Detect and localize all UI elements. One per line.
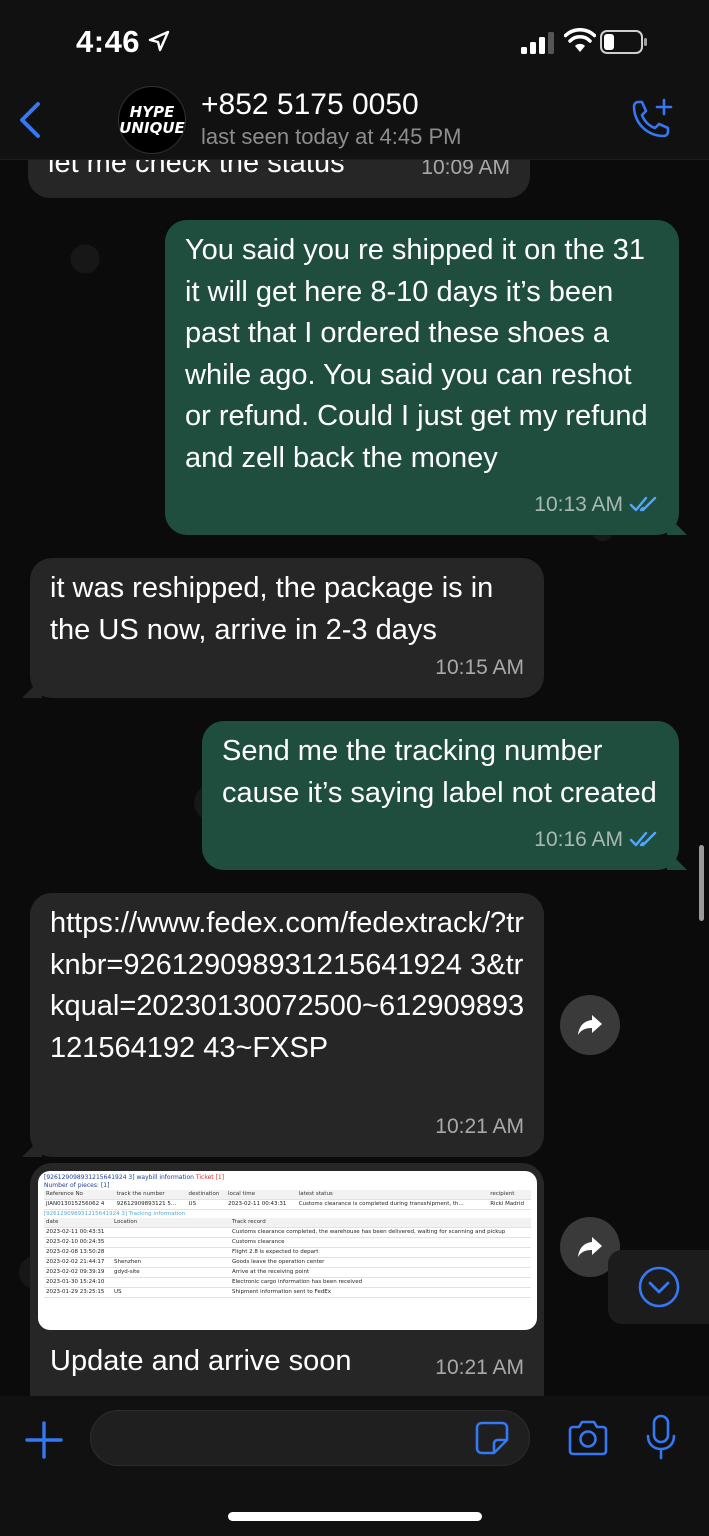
input-bar — [0, 1396, 709, 1536]
avatar-line2: UNIQUE — [119, 119, 185, 137]
message-meta: 10:16 AM — [534, 819, 659, 861]
col-header: latest status — [296, 1190, 489, 1200]
home-indicator[interactable] — [228, 1512, 482, 1521]
message-meta: 10:13 AM — [534, 484, 659, 526]
cell: Customs clearance is completed during tr… — [296, 1199, 489, 1210]
message-text: it was reshipped, the package is in the … — [50, 572, 502, 646]
summary-header-row: Reference No track the number destinatio… — [44, 1190, 531, 1200]
col-header: Location — [112, 1218, 230, 1228]
avatar-line1: HYPE — [129, 103, 175, 121]
table-row: 2023-02-10 00:24:35 Customs clearance — [44, 1237, 531, 1248]
chevron-down-circle-icon — [638, 1266, 679, 1308]
message-incoming[interactable]: it was reshipped, the package is in the … — [22, 558, 544, 698]
forward-button[interactable] — [560, 995, 620, 1055]
table-row: 2023-02-02 21:44:17 Shenzhen Goods leave t… — [44, 1257, 531, 1268]
message-time: 10:15 AM — [435, 655, 524, 679]
scrollbar[interactable] — [699, 845, 704, 921]
tracking-title: [926129098931215641924 3] waybill inform… — [44, 1174, 225, 1181]
chevron-left-icon[interactable] — [16, 100, 44, 140]
status-time: 4:46 — [76, 24, 141, 59]
scroll-to-bottom-button[interactable] — [608, 1250, 709, 1324]
col-header: track the number — [114, 1190, 187, 1200]
message-outgoing[interactable]: You said you re shipped it on the 31 it … — [165, 220, 687, 535]
read-ticks-icon — [629, 832, 657, 847]
read-ticks-icon — [629, 497, 657, 512]
wifi-icon — [564, 28, 596, 52]
summary-table: Reference No track the number destinatio… — [44, 1190, 531, 1210]
table-row: 2023-02-02 09:39:19 gdyd-site Arrive at th… — [44, 1267, 531, 1278]
status-bar: 4:46 — [0, 0, 709, 84]
message-time: 10:16 AM — [534, 827, 623, 851]
message-time: 10:21 AM — [435, 1355, 524, 1379]
avatar[interactable]: HYPE UNIQUE — [118, 86, 186, 154]
col-header: date — [44, 1218, 112, 1228]
table-row: 2023-01-29 23:25:15 US Shipment informatio… — [44, 1287, 531, 1298]
table-row: 2023-02-08 13:50:28 Flight 2.8 is expecte… — [44, 1247, 531, 1258]
tracking-subtitle: [926129098931215641924 3] Tracking infor… — [44, 1211, 186, 1217]
chat-header-top: HYPE UNIQUE +852 5175 0050 last seen tod… — [0, 84, 709, 160]
message-meta: 10:21 AM — [435, 1347, 524, 1389]
events-header-row: date Location Track record — [44, 1218, 531, 1228]
col-header: destination — [186, 1190, 226, 1200]
cell: Ricki Madrid — [488, 1199, 531, 1210]
cell: JIAN013015256062 4 — [44, 1199, 115, 1210]
phone-add-icon[interactable] — [628, 98, 676, 142]
battery-icon — [600, 30, 647, 54]
col-header: local time — [225, 1190, 297, 1200]
message-meta: 10:21 AM — [435, 1106, 524, 1148]
summary-row: JIAN013015256062 4 92612909893121 5... U… — [44, 1199, 531, 1210]
table-row: 2023-02-11 00:43:31 Customs clearance com… — [44, 1227, 531, 1238]
tracking-link[interactable]: https://www.fedex.com/fedextrack/?trknbr… — [50, 903, 526, 1069]
message-text: Send me the tracking number cause it’s s… — [222, 735, 657, 809]
col-header: Reference No — [44, 1190, 115, 1200]
col-header: Track record — [230, 1218, 531, 1228]
cell: 2023-02-11 00:43:31 — [225, 1199, 297, 1210]
events-table: date Location Track record 2023-02-11 00… — [44, 1218, 531, 1298]
message-outgoing[interactable]: Send me the tracking number cause it’s s… — [202, 721, 687, 870]
message-text: You said you re shipped it on the 31 it … — [185, 234, 656, 474]
cell-signal-icon — [521, 32, 554, 54]
camera-icon[interactable] — [566, 1418, 610, 1458]
cell: 92612909893121 5... — [114, 1199, 187, 1210]
message-input[interactable] — [90, 1410, 530, 1466]
message-meta: 10:15 AM — [435, 647, 524, 689]
message-time: 10:21 AM — [435, 1114, 524, 1138]
message-incoming-link[interactable]: https://www.fedex.com/fedextrack/?trknbr… — [22, 893, 544, 1157]
col-header: recipient — [488, 1190, 531, 1200]
forward-arrow-icon — [578, 1237, 602, 1257]
location-arrow-icon — [148, 30, 170, 52]
last-seen-status: last seen today at 4:45 PM — [201, 124, 462, 149]
cell: US — [186, 1199, 226, 1210]
sticker-icon[interactable] — [474, 1420, 510, 1456]
table-row: 2023-01-30 15:24:10 Electronic cargo info… — [44, 1277, 531, 1288]
message-caption: Update and arrive soon — [50, 1345, 352, 1377]
plus-icon[interactable] — [24, 1420, 64, 1460]
microphone-icon[interactable] — [645, 1414, 677, 1462]
tracking-pieces: Number of pieces: [1] — [44, 1182, 110, 1189]
contact-name[interactable]: +852 5175 0050 — [201, 88, 419, 122]
tracking-screenshot-image[interactable]: [926129098931215641924 3] waybill inform… — [38, 1171, 537, 1330]
message-time: 10:13 AM — [534, 492, 623, 516]
forward-arrow-icon — [578, 1015, 602, 1035]
